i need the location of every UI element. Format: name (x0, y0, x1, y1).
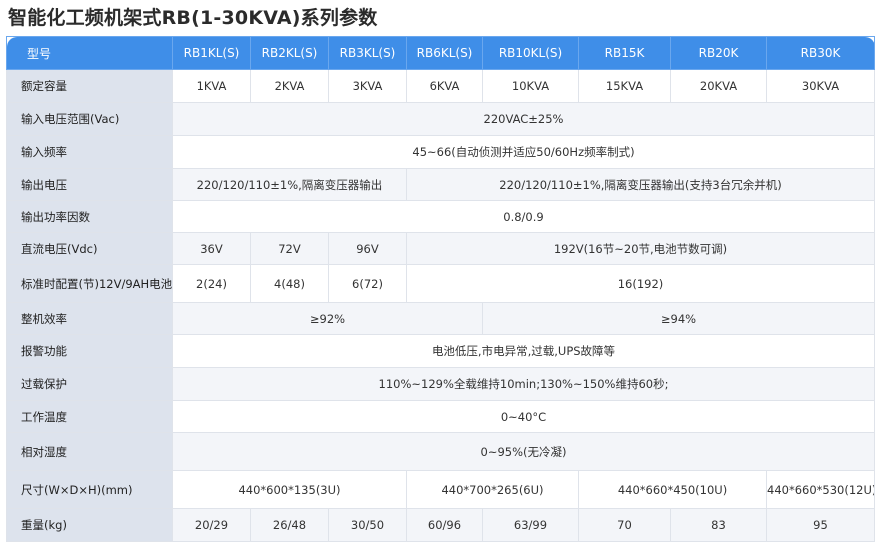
header-model: RB15K (578, 36, 671, 70)
cell: 440*660*450(10U) (578, 470, 767, 509)
row-label: 输出电压 (6, 168, 173, 201)
row-weight: 重量(kg) 20/29 26/48 30/50 60/96 63/99 70 … (6, 508, 875, 542)
header-model: RB20K (670, 36, 767, 70)
row-capacity: 额定容量 1KVA 2KVA 3KVA 6KVA 10KVA 15KVA 20K… (6, 69, 875, 103)
page-title: 智能化工频机架式RB(1-30KVA)系列参数 (8, 7, 378, 29)
row-size: 尺寸(W×D×H)(mm) 440*600*135(3U) 440*700*26… (6, 470, 875, 509)
row-battery: 标准时配置(节)12V/9AH电池 2(24) 4(48) 6(72) 16(1… (6, 264, 875, 303)
cell: 20KVA (670, 69, 767, 103)
row-label: 相对湿度 (6, 432, 173, 471)
header-model: RB6KL(S) (406, 36, 483, 70)
cell: 36V (172, 232, 251, 265)
cell: 63/99 (482, 508, 579, 542)
cell: 83 (670, 508, 767, 542)
cell: 0~95%(无冷凝) (172, 432, 875, 471)
row-input-frequency: 输入频率 45~66(自动侦测并适应50/60Hz频率制式) (6, 135, 875, 169)
cell: ≥94% (482, 302, 875, 335)
cell: 10KVA (482, 69, 579, 103)
cell: 110%~129%全载维持10min;130%~150%维持60秒; (172, 367, 875, 401)
cell: 3KVA (328, 69, 407, 103)
row-label: 重量(kg) (6, 508, 173, 542)
row-output-voltage: 输出电压 220/120/110±1%,隔离变压器输出 220/120/110±… (6, 168, 875, 201)
cell: 95 (766, 508, 875, 542)
cell: 440*600*135(3U) (172, 470, 407, 509)
cell: 440*660*530(12U) (766, 470, 875, 509)
cell: 440*700*265(6U) (406, 470, 579, 509)
row-power-factor: 输出功率因数 0.8/0.9 (6, 200, 875, 233)
cell: 0.8/0.9 (172, 200, 875, 233)
cell: 15KVA (578, 69, 671, 103)
cell: 6KVA (406, 69, 483, 103)
cell: 220/120/110±1%,隔离变压器输出 (172, 168, 407, 201)
cell: 60/96 (406, 508, 483, 542)
row-label: 标准时配置(节)12V/9AH电池 (6, 264, 173, 303)
header-model: RB2KL(S) (250, 36, 329, 70)
cell: 96V (328, 232, 407, 265)
cell: 220VAC±25% (172, 102, 875, 136)
cell: 16(192) (406, 264, 875, 303)
cell: 6(72) (328, 264, 407, 303)
spec-table: 型号 RB1KL(S) RB2KL(S) RB3KL(S) RB6KL(S) R… (6, 36, 875, 542)
row-label: 尺寸(W×D×H)(mm) (6, 470, 173, 509)
cell: 20/29 (172, 508, 251, 542)
cell: 45~66(自动侦测并适应50/60Hz频率制式) (172, 135, 875, 169)
header-model: RB30K (766, 36, 875, 70)
cell: 2KVA (250, 69, 329, 103)
cell: 26/48 (250, 508, 329, 542)
header-row: 型号 RB1KL(S) RB2KL(S) RB3KL(S) RB6KL(S) R… (6, 36, 875, 70)
row-label: 报警功能 (6, 334, 173, 368)
row-label: 过载保护 (6, 367, 173, 401)
header-model: RB3KL(S) (328, 36, 407, 70)
row-label: 输入电压范围(Vac) (6, 102, 173, 136)
row-overload: 过载保护 110%~129%全载维持10min;130%~150%维持60秒; (6, 367, 875, 401)
row-label: 工作温度 (6, 400, 173, 433)
row-humidity: 相对湿度 0~95%(无冷凝) (6, 432, 875, 471)
row-temperature: 工作温度 0~40°C (6, 400, 875, 433)
cell: 72V (250, 232, 329, 265)
row-efficiency: 整机效率 ≥92% ≥94% (6, 302, 875, 335)
cell: 电池低压,市电异常,过载,UPS故障等 (172, 334, 875, 368)
cell: 4(48) (250, 264, 329, 303)
cell: 70 (578, 508, 671, 542)
row-label: 整机效率 (6, 302, 173, 335)
row-label: 直流电压(Vdc) (6, 232, 173, 265)
cell: 30KVA (766, 69, 875, 103)
row-input-voltage: 输入电压范围(Vac) 220VAC±25% (6, 102, 875, 136)
header-model: RB10KL(S) (482, 36, 579, 70)
cell: ≥92% (172, 302, 483, 335)
cell: 1KVA (172, 69, 251, 103)
row-alarm: 报警功能 电池低压,市电异常,过载,UPS故障等 (6, 334, 875, 368)
cell: 192V(16节~20节,电池节数可调) (406, 232, 875, 265)
cell: 30/50 (328, 508, 407, 542)
cell: 2(24) (172, 264, 251, 303)
row-dc-voltage: 直流电压(Vdc) 36V 72V 96V 192V(16节~20节,电池节数可… (6, 232, 875, 265)
row-label: 输出功率因数 (6, 200, 173, 233)
cell: 0~40°C (172, 400, 875, 433)
header-model: RB1KL(S) (172, 36, 251, 70)
row-label: 输入频率 (6, 135, 173, 169)
header-label: 型号 (6, 36, 173, 70)
cell: 220/120/110±1%,隔离变压器输出(支持3台冗余并机) (406, 168, 875, 201)
row-label: 额定容量 (6, 69, 173, 103)
